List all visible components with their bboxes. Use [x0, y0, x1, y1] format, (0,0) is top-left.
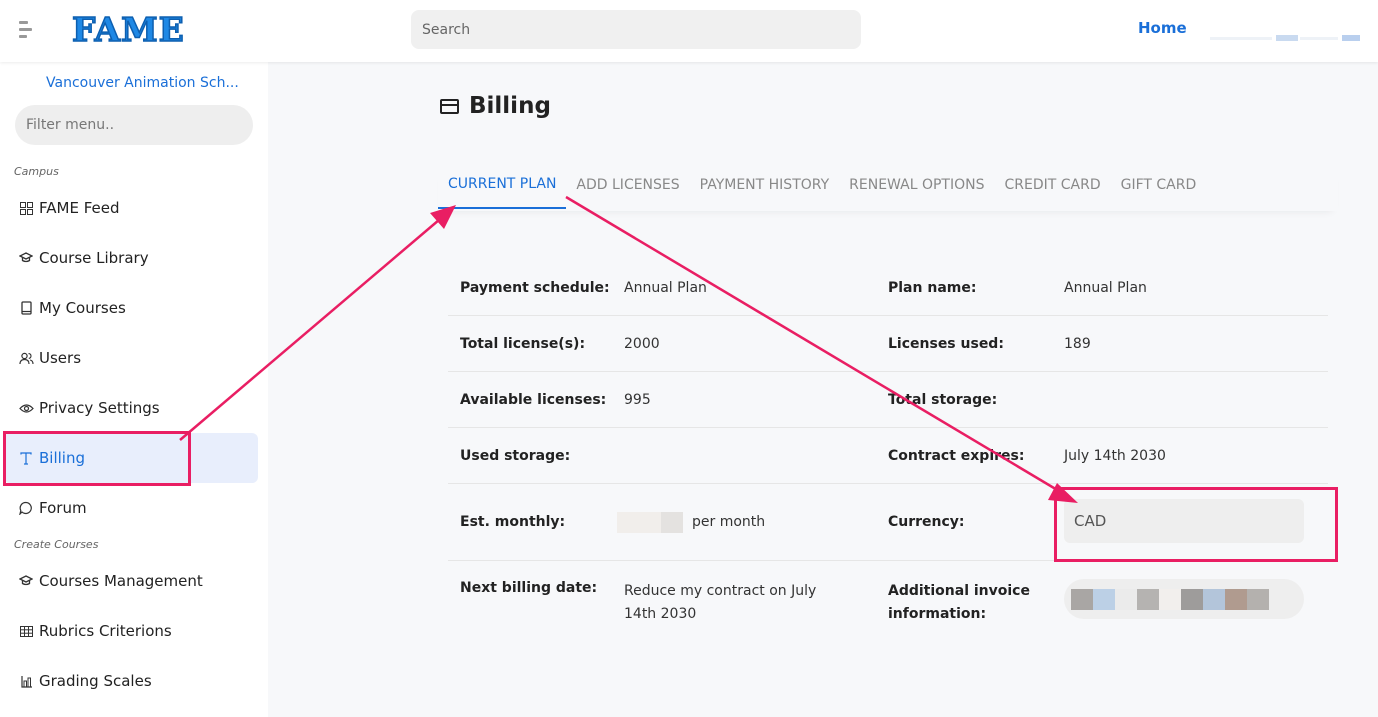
field-value: 189 [1064, 335, 1091, 352]
book-icon [18, 300, 34, 316]
field-label: Currency: [888, 514, 965, 530]
sidebar-item-courses-management[interactable]: Courses Management [4, 556, 258, 606]
field-value: 2000 [624, 335, 660, 352]
plan-info-table: Payment schedule: Annual Plan Plan name:… [448, 260, 1328, 638]
tab-payment-history[interactable]: PAYMENT HISTORY [690, 165, 840, 209]
sidebar-item-billing[interactable]: Billing [4, 433, 258, 483]
credit-card-icon [440, 98, 459, 114]
home-link[interactable]: Home [1138, 19, 1187, 37]
sidebar-item-label: FAME Feed [39, 199, 120, 217]
field-value: per month [617, 511, 888, 533]
chat-bubble-icon [18, 500, 34, 516]
logo[interactable]: FAME [71, 9, 185, 50]
organization-name[interactable]: Vancouver Animation Sch... [46, 75, 239, 91]
field-label: Additional invoice information: [888, 583, 1030, 622]
tab-renewal-options[interactable]: RENEWAL OPTIONS [839, 165, 994, 209]
field-label: Available licenses: [460, 391, 607, 408]
field-label: Plan name: [888, 279, 977, 296]
invoice-info-field[interactable] [1064, 561, 1328, 619]
field-label: Licenses used: [888, 335, 1004, 352]
sidebar-item-fame-feed[interactable]: FAME Feed [4, 183, 258, 233]
menu-toggle-icon[interactable] [19, 21, 33, 39]
section-label-create-courses: Create Courses [14, 538, 99, 551]
sidebar-item-forum[interactable]: Forum [4, 483, 258, 533]
sidebar-item-privacy-settings[interactable]: Privacy Settings [4, 383, 258, 433]
table-row: Payment schedule: Annual Plan Plan name:… [448, 260, 1328, 316]
field-value: Reduce my contract on July 14th 2030 [624, 583, 817, 622]
table-row: Total license(s): 2000 Licenses used: 18… [448, 316, 1328, 372]
table-row: Available licenses: 995 Total storage: [448, 372, 1328, 428]
sidebar-item-grading-scales[interactable]: Grading Scales [4, 656, 258, 706]
currency-value[interactable]: CAD [1064, 498, 1304, 543]
field-label: Contract expires: [888, 447, 1025, 464]
blurred-amount [617, 511, 683, 533]
field-label: Payment schedule: [460, 279, 610, 296]
field-value: Annual Plan [1064, 279, 1147, 296]
search-input[interactable] [411, 10, 861, 49]
field-label: Total storage: [888, 391, 998, 408]
page-title: Billing [440, 93, 551, 119]
currency-field[interactable]: CAD [1064, 498, 1328, 543]
graduation-cap-icon [18, 250, 34, 266]
sidebar-item-label: Privacy Settings [39, 399, 160, 417]
section-label-campus: Campus [14, 165, 59, 178]
sidebar-item-label: Rubrics Criterions [39, 622, 172, 640]
page-title-text: Billing [469, 93, 551, 119]
eye-icon [18, 400, 34, 416]
sidebar-item-label: Billing [39, 449, 85, 467]
sidebar-item-label: Courses Management [39, 572, 203, 590]
table-row: Est. monthly: per month Currency: CAD [448, 484, 1328, 561]
billing-tabs: CURRENT PLAN ADD LICENSES PAYMENT HISTOR… [438, 165, 1338, 211]
top-bar: FAME Home [0, 0, 1378, 62]
sidebar-item-course-library[interactable]: Course Library [4, 233, 258, 283]
tab-current-plan[interactable]: CURRENT PLAN [438, 165, 567, 209]
field-value: July 14th 2030 [1064, 447, 1166, 464]
sidebar-item-my-courses[interactable]: My Courses [4, 283, 258, 333]
scale-icon [18, 673, 34, 689]
sidebar-item-label: Course Library [39, 249, 149, 267]
field-label: Total license(s): [460, 335, 586, 352]
sidebar-item-label: Users [39, 349, 82, 367]
sidebar-item-label: Forum [39, 499, 87, 517]
field-label: Est. monthly: [460, 514, 566, 530]
sidebar-item-users[interactable]: Users [4, 333, 258, 383]
table-icon [18, 623, 34, 639]
table-row: Next billing date: Reduce my contract on… [448, 561, 1328, 638]
field-label: Next billing date: [460, 580, 598, 596]
invoice-info-input-blurred[interactable] [1064, 579, 1304, 619]
text-t-icon [18, 450, 34, 466]
sidebar-item-label: Grading Scales [39, 672, 152, 690]
tab-credit-card[interactable]: CREDIT CARD [994, 165, 1110, 209]
sidebar-item-rubrics-criterions[interactable]: Rubrics Criterions [4, 606, 258, 656]
sidebar-item-label: My Courses [39, 299, 126, 317]
users-icon [18, 350, 34, 366]
per-month-text: per month [692, 514, 766, 530]
table-row: Used storage: Contract expires: July 14t… [448, 428, 1328, 484]
sidebar: Vancouver Animation Sch... Campus FAME F… [0, 62, 268, 717]
filter-menu-input[interactable] [15, 105, 253, 145]
field-label: Used storage: [460, 447, 571, 464]
field-value: Annual Plan [624, 279, 707, 296]
tab-gift-card[interactable]: GIFT CARD [1111, 165, 1207, 209]
tab-add-licenses[interactable]: ADD LICENSES [566, 165, 689, 209]
graduation-cap-icon [18, 573, 34, 589]
field-value: 995 [624, 391, 651, 408]
grid-icon [18, 200, 34, 216]
